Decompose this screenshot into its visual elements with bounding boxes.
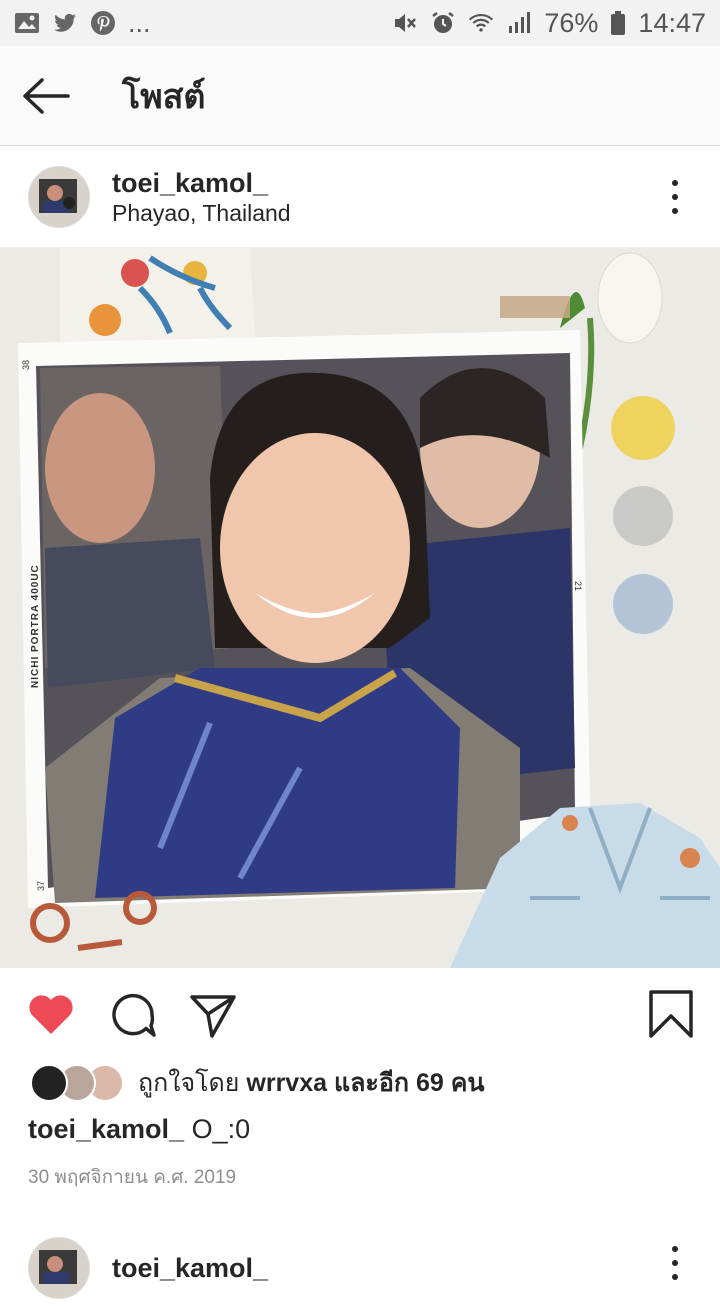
wifi-icon bbox=[469, 13, 494, 32]
next-post-user-info: toei_kamol_ bbox=[112, 1252, 268, 1284]
status-left: ... bbox=[14, 8, 151, 39]
swatch-blue bbox=[613, 574, 673, 634]
status-right: 76% 14:47 bbox=[392, 8, 706, 39]
more-options-icon[interactable] bbox=[672, 1246, 680, 1280]
post-photo[interactable]: NICHI PORTRA 400UC 38 21 37 bbox=[0, 248, 720, 968]
status-time: 14:47 bbox=[638, 7, 706, 38]
post-user-info: toei_kamol_ Phayao, Thailand bbox=[112, 167, 291, 227]
share-icon[interactable] bbox=[188, 990, 238, 1040]
twitter-icon bbox=[54, 13, 76, 32]
film-frame bbox=[18, 330, 592, 908]
caption-text: O_:0 bbox=[191, 1114, 251, 1144]
app-bar: โพสต์ bbox=[0, 46, 720, 146]
flower-sticker bbox=[60, 248, 255, 343]
heart-icon[interactable] bbox=[26, 990, 76, 1040]
swatch-yellow bbox=[611, 396, 675, 460]
post-caption: toei_kamol_ O_:0 bbox=[28, 1114, 250, 1145]
post-username[interactable]: toei_kamol_ bbox=[112, 167, 291, 199]
comment-icon[interactable] bbox=[108, 990, 158, 1040]
avatar[interactable] bbox=[28, 165, 90, 228]
liked-by-row[interactable]: ถูกใจโดย wrrvxa และอีก 69 คน bbox=[30, 1062, 485, 1104]
gallery-icon bbox=[15, 13, 39, 33]
post-location[interactable]: Phayao, Thailand bbox=[112, 199, 291, 227]
pinterest-icon bbox=[91, 11, 115, 35]
signal-icon bbox=[509, 12, 531, 33]
next-post-header: toei_kamol_ bbox=[0, 1228, 720, 1308]
liker-avatar bbox=[30, 1064, 68, 1102]
status-ellipsis: ... bbox=[128, 7, 151, 38]
liked-user[interactable]: wrrvxa bbox=[246, 1069, 327, 1097]
back-arrow-icon[interactable] bbox=[22, 77, 70, 114]
liked-prefix: ถูกใจโดย bbox=[138, 1069, 240, 1097]
post-actions bbox=[0, 968, 720, 1060]
swatch-gray bbox=[613, 486, 673, 546]
frame-number-37: 37 bbox=[36, 880, 47, 892]
avatar-image bbox=[29, 166, 89, 227]
avatar[interactable] bbox=[28, 1237, 90, 1299]
frame-number-38: 38 bbox=[21, 359, 32, 371]
battery-icon bbox=[611, 11, 626, 35]
alarm-icon bbox=[432, 12, 455, 33]
liked-by-text: ถูกใจโดย wrrvxa และอีก 69 คน bbox=[138, 1063, 485, 1103]
post-date: 30 พฤศจิกายน ค.ศ. 2019 bbox=[28, 1167, 237, 1188]
next-post-username[interactable]: toei_kamol_ bbox=[112, 1252, 268, 1284]
post-header: toei_kamol_ Phayao, Thailand bbox=[0, 146, 720, 248]
mute-icon bbox=[395, 14, 417, 32]
bookmark-icon[interactable] bbox=[646, 990, 696, 1040]
battery-percent: 76% bbox=[544, 7, 599, 38]
caption-username[interactable]: toei_kamol_ bbox=[28, 1114, 184, 1144]
photo-collage bbox=[0, 248, 720, 968]
film-brand-text: NICHI PORTRA 400UC bbox=[30, 564, 41, 688]
liked-suffix[interactable]: และอีก 69 คน bbox=[334, 1069, 485, 1097]
avatar-image bbox=[29, 1238, 89, 1298]
page-title: โพสต์ bbox=[122, 77, 206, 116]
more-options-icon[interactable] bbox=[672, 179, 680, 214]
status-bar: ... 76% 14:47 bbox=[0, 0, 720, 46]
frame-number-21: 21 bbox=[573, 580, 584, 592]
